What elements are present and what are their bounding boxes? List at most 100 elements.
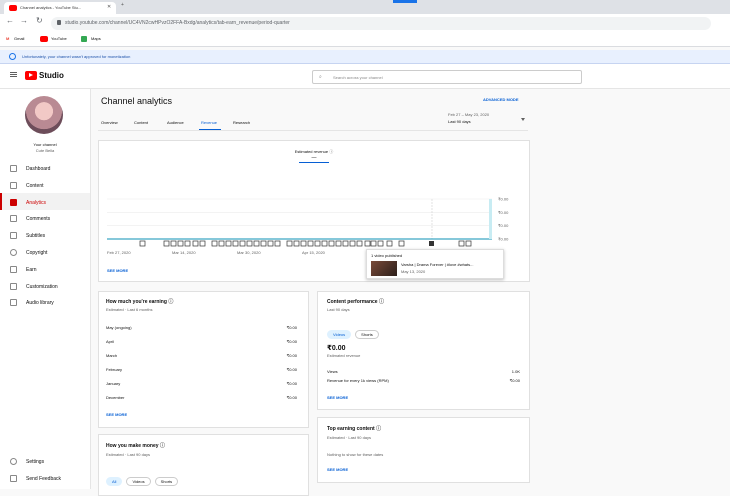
money-card-subtitle: Estimated · Last 90 days	[106, 452, 151, 457]
earning-row: March ₹0.00	[106, 353, 297, 358]
chart-x-ticks: Feb 27, 2020 Mar 14, 2020 Mar 30, 2020 Apr …	[107, 250, 390, 255]
content-performance-card: Content performance ⓘ Last 90 days Video…	[317, 291, 530, 410]
highlight-marker	[393, 0, 417, 3]
earning-see-more-link[interactable]: SEE MORE	[106, 412, 127, 417]
sidebar-item-comments[interactable]: Comments	[10, 215, 50, 222]
video-marker-icon	[377, 240, 384, 247]
video-marker-icon	[139, 240, 146, 247]
perf-card-subtitle: Last 90 days	[327, 307, 350, 312]
filter-chip-shorts[interactable]: Shorts	[154, 477, 179, 486]
video-marker-icon	[274, 240, 281, 247]
filter-chip-videos[interactable]: Videos	[327, 330, 352, 339]
video-marker-icon	[260, 240, 267, 247]
y-tick-label: ₹0.00	[498, 223, 509, 228]
bookmark-youtube[interactable]: YouTube	[51, 36, 67, 41]
comments-icon	[10, 215, 17, 222]
sidebar-item-send-feedback[interactable]: Send Feedback	[10, 475, 61, 482]
tab-research[interactable]: Research	[233, 120, 250, 125]
sidebar-item-content[interactable]: Content	[10, 182, 44, 189]
browser-tab[interactable]: Channel analytics - YouTube Stu... ✕	[4, 2, 116, 14]
search-box[interactable]: ⌕ Search across your channel	[312, 70, 582, 84]
play-icon	[29, 73, 33, 77]
filter-chip-shorts[interactable]: Shorts	[355, 330, 379, 339]
sidebar-item-subtitles[interactable]: Subtitles	[10, 232, 45, 239]
x-tick-label: Mar 30, 2020	[237, 250, 261, 255]
studio-logo-text[interactable]: Studio	[39, 71, 64, 80]
period-select[interactable]: Last 90 days	[448, 119, 471, 124]
video-marker-icon	[307, 240, 314, 247]
video-marker-icon	[286, 240, 293, 247]
new-tab-icon[interactable]: +	[121, 2, 124, 8]
copyright-icon	[10, 249, 17, 256]
help-icon: ⓘ	[168, 299, 174, 305]
sidebar-item-settings[interactable]: Settings	[10, 458, 44, 465]
current-period-highlight	[489, 199, 492, 239]
video-thumbnail[interactable]	[371, 261, 397, 276]
chart-gridlines	[107, 198, 492, 240]
bookmark-gmail[interactable]: Gmail	[14, 36, 24, 41]
tooltip-count: 1 video published	[371, 253, 403, 258]
video-marker-icon	[184, 240, 191, 247]
chart-see-more-link[interactable]: SEE MORE	[107, 268, 128, 273]
content-icon	[10, 182, 17, 189]
video-marker-icon	[199, 240, 206, 247]
feedback-icon	[10, 475, 17, 482]
tab-audience[interactable]: Audience	[167, 120, 184, 125]
search-input[interactable]: Search across your channel	[333, 75, 383, 80]
dashboard-icon	[10, 165, 17, 172]
top-card-subtitle: Estimated · Last 90 days	[327, 435, 372, 440]
sidebar-item-customization[interactable]: Customization	[10, 283, 58, 290]
back-icon[interactable]: ←	[6, 16, 14, 25]
video-marker-icon	[170, 240, 177, 247]
video-marker-icon	[386, 240, 393, 247]
reload-icon[interactable]: ↻	[36, 16, 43, 25]
metric-tab-estimated-revenue[interactable]: Estimated revenue ⓘ	[99, 149, 529, 154]
help-icon: ⓘ	[378, 299, 384, 305]
video-marker-icon	[211, 240, 218, 247]
video-marker-icon	[246, 240, 253, 247]
earning-row: December ₹0.00	[106, 395, 297, 400]
sidebar-item-earn[interactable]: Earn	[10, 266, 37, 273]
chevron-down-icon[interactable]	[521, 118, 525, 121]
x-tick-label: Mar 14, 2020	[172, 250, 196, 255]
tab-revenue[interactable]: Revenue	[201, 120, 217, 125]
address-bar[interactable]: studio.youtube.com/channel/UC4VN2cwHPvzO…	[51, 17, 711, 30]
tooltip-video-title[interactable]: Varsha | Drama Forever | #love #whats...	[401, 262, 473, 267]
lock-icon	[57, 20, 61, 25]
avatar[interactable]	[25, 96, 63, 134]
money-filter-chips: All Videos Shorts	[106, 470, 182, 488]
sidebar-item-copyright[interactable]: Copyright	[10, 249, 47, 256]
perf-see-more-link[interactable]: SEE MORE	[327, 395, 348, 400]
channel-name: Cute Bella	[35, 148, 55, 153]
video-marker-icon	[321, 240, 328, 247]
video-published-tooltip: 1 video published Varsha | Drama Forever…	[366, 249, 504, 279]
filter-chip-videos[interactable]: Videos	[126, 477, 151, 486]
bookmark-maps[interactable]: Maps	[91, 36, 101, 41]
video-marker-icon	[177, 240, 184, 247]
video-marker-icon	[218, 240, 225, 247]
filter-chip-all[interactable]: All	[106, 477, 123, 486]
perf-filter-chips: Videos Shorts	[327, 323, 383, 341]
video-marker-icon	[370, 240, 377, 247]
forward-icon[interactable]: →	[20, 16, 28, 25]
video-marker-icon	[225, 240, 232, 247]
analytics-icon	[10, 199, 17, 206]
tab-content[interactable]: Content	[134, 120, 148, 125]
advanced-mode-button[interactable]: ADVANCED MODE	[483, 97, 518, 102]
metric-value: —	[311, 155, 317, 161]
earning-row: May (ongoing) ₹0.00	[106, 325, 297, 330]
sidebar-item-dashboard[interactable]: Dashboard	[10, 165, 50, 172]
top-see-more-link[interactable]: SEE MORE	[327, 467, 348, 472]
search-icon: ⌕	[319, 74, 322, 80]
top-card-empty-state: Nothing to show for these dates	[327, 452, 384, 457]
video-marker-icon	[328, 240, 335, 247]
tab-overview[interactable]: Overview	[101, 120, 118, 125]
top-card-title: Top earning content ⓘ	[327, 426, 382, 432]
sidebar-item-audio-library[interactable]: Audio library	[10, 299, 54, 306]
sidebar-item-analytics[interactable]: Analytics	[10, 199, 46, 206]
video-markers	[139, 240, 472, 247]
bookmarks-bar: M Gmail YouTube Maps	[0, 32, 730, 47]
menu-icon[interactable]	[10, 72, 17, 73]
earning-card-title: How much you're earning ⓘ	[106, 299, 174, 305]
close-tab-icon[interactable]: ✕	[107, 4, 111, 10]
